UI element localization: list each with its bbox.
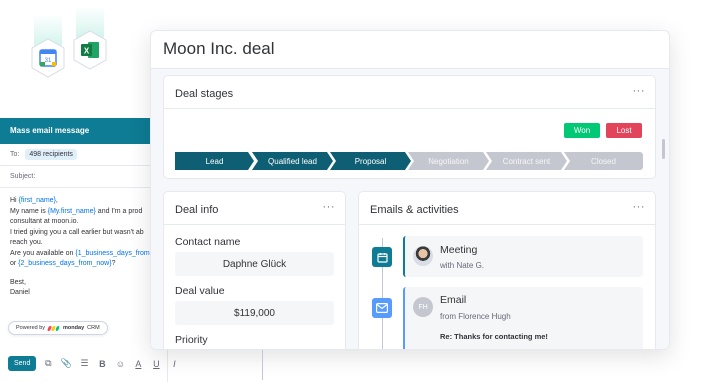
screen: 31 X Mass email message To: 498 recipien… [0, 0, 704, 382]
email-sender: from Florence Hugh [440, 312, 511, 321]
more-menu-icon[interactable]: ··· [633, 201, 646, 213]
italic-icon[interactable]: I [168, 358, 180, 370]
deal-window: Moon Inc. deal Deal stages ··· Won Lost … [150, 30, 670, 350]
stage-pipeline: Lead Qualified lead Proposal Negotiation… [175, 152, 643, 170]
variable-token: {My.first_name} [47, 207, 96, 215]
body-line: or {2_business_days_from_now}? [10, 260, 116, 267]
variable-token: {2_business_days_from_now} [18, 260, 112, 267]
deal-value-label: Deal value [175, 285, 225, 297]
stage-proposal[interactable]: Proposal [330, 152, 411, 170]
to-label: To: [10, 151, 20, 158]
google-calendar-app[interactable]: 31 [30, 14, 66, 78]
calendar-icon [372, 247, 392, 267]
deal-stages-card: Deal stages ··· Won Lost Lead Qualified … [163, 75, 656, 179]
stage-negotiation[interactable]: Negotiation [408, 152, 489, 170]
divider [262, 350, 263, 380]
won-button[interactable]: Won [564, 123, 600, 138]
mass-email-panel: Mass email message To: 498 recipients Su… [0, 118, 176, 382]
mail-icon [372, 298, 392, 318]
email-title: Email [440, 294, 467, 306]
bold-icon[interactable]: B [96, 358, 108, 370]
deal-info-title: Deal info [175, 204, 219, 216]
recipients-chip[interactable]: 498 recipients [25, 149, 77, 160]
deal-info-card: Deal info ··· Contact name Daphne Glück … [163, 191, 346, 349]
scrollbar[interactable] [662, 139, 665, 159]
underline-icon[interactable]: U [150, 358, 162, 370]
deal-body: Deal stages ··· Won Lost Lead Qualified … [151, 69, 669, 349]
variable-icon[interactable]: ⧉ [42, 358, 54, 370]
meeting-title: Meeting [440, 244, 478, 256]
stage-qualified-lead[interactable]: Qualified lead [252, 152, 333, 170]
stage-closed[interactable]: Closed [564, 152, 643, 170]
powered-by-badge: Powered by monday CRM [8, 321, 108, 335]
google-calendar-icon: 31 [30, 38, 66, 78]
email-subject: Re: Thanks for contacting me! [440, 332, 548, 341]
contact-name-label: Contact name [175, 236, 241, 248]
body-line: reach you. [10, 239, 43, 246]
body-line: consultant at moon.io. [10, 218, 79, 225]
avatar: FH [413, 297, 433, 317]
font-color-icon[interactable]: A [132, 358, 144, 370]
body-line: Are you available on {1_business_days_fr… [10, 249, 150, 257]
email-toolbar: Send ⧉ 📎 ☰ B ☺ A U I [8, 356, 180, 371]
stage-lead[interactable]: Lead [175, 152, 254, 170]
attach-icon[interactable]: 📎 [60, 358, 72, 370]
body-line: My name is {My.first_name} and I'm a pro… [10, 207, 143, 215]
body-line: I tried giving you a call earlier but wa… [10, 228, 144, 236]
deal-value-field[interactable]: $119,000 [175, 301, 334, 325]
body-line: Hi {first_name}, [10, 197, 58, 204]
emoji-icon[interactable]: ☺ [114, 358, 126, 370]
meeting-subtitle: with Nate G. [440, 261, 485, 270]
to-row[interactable]: To: 498 recipients [0, 144, 167, 166]
meeting-activity[interactable]: Meeting with Nate G. [403, 236, 643, 277]
activities-title: Emails & activities [370, 204, 459, 216]
priority-label: Priority [175, 334, 208, 346]
more-menu-icon[interactable]: ··· [633, 85, 646, 97]
email-panel-title: Mass email message [0, 118, 167, 144]
more-menu-icon[interactable]: ··· [323, 201, 336, 213]
lost-button[interactable]: Lost [606, 123, 642, 138]
variable-token: {first_name} [18, 197, 56, 204]
microsoft-excel-app[interactable]: X [72, 6, 108, 70]
list-icon[interactable]: ☰ [78, 358, 90, 370]
signature-line: Best, [10, 278, 26, 286]
email-activity[interactable]: FH Email from Florence Hugh Re: Thanks f… [403, 287, 643, 349]
subject-row[interactable]: Subject: [0, 166, 167, 188]
deal-title: Moon Inc. deal [163, 39, 275, 58]
signature-line: Daniel [10, 289, 30, 296]
email-body[interactable]: Hi {first_name}, My name is {My.first_na… [0, 188, 167, 307]
svg-text:X: X [84, 47, 90, 56]
monday-logo-icon [47, 325, 60, 331]
avatar [413, 246, 433, 266]
variable-token: {1_business_days_from [75, 249, 150, 257]
stage-contract-sent[interactable]: Contract sent [486, 152, 567, 170]
send-button[interactable]: Send [8, 356, 37, 371]
excel-icon: X [72, 30, 108, 70]
subject-label: Subject: [10, 173, 36, 180]
svg-text:31: 31 [45, 58, 52, 64]
activities-card: Emails & activities ··· Meeting with Nat… [358, 191, 656, 349]
deal-stages-title: Deal stages [175, 88, 234, 100]
contact-name-field[interactable]: Daphne Glück [175, 252, 334, 276]
